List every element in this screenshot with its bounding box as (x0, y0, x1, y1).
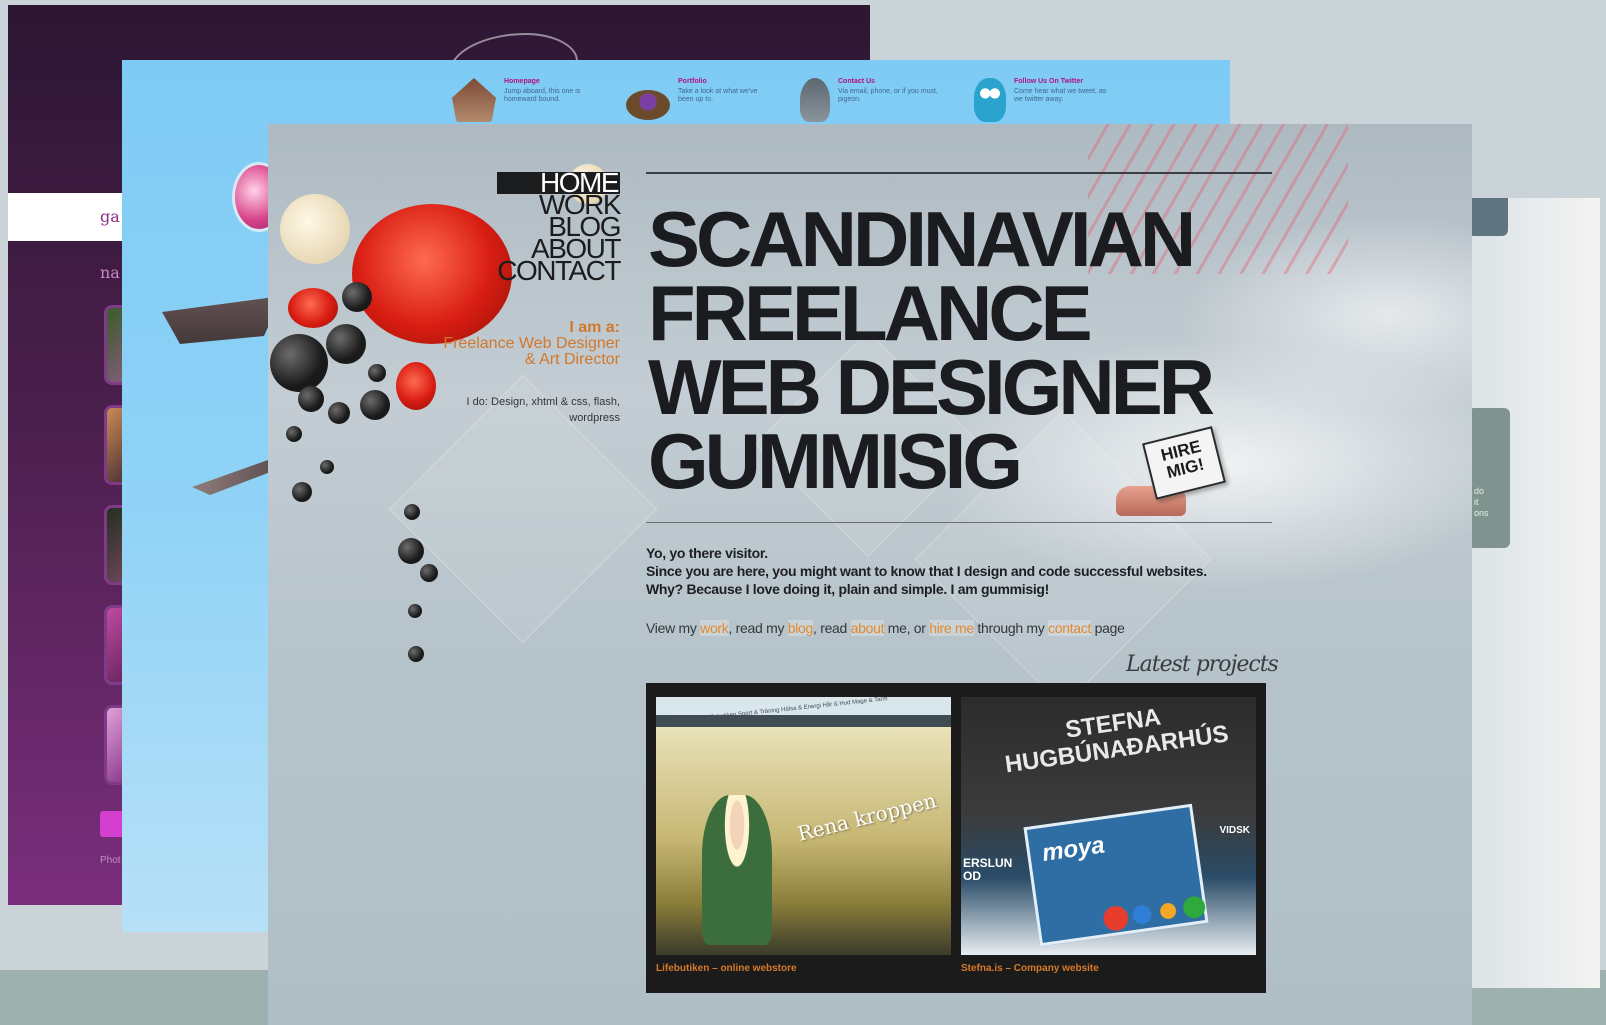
black-ball (420, 564, 438, 582)
cta-text: View my (646, 620, 701, 636)
black-ball (326, 324, 366, 364)
role-lead: I am a: (569, 319, 620, 336)
black-ball (342, 282, 372, 312)
latest-projects-heading: Latest projects (1126, 652, 1279, 677)
header-text: ga (100, 207, 120, 226)
top-divider (646, 172, 1272, 174)
screenshot-tabs: Kost & Kost Lifebutiken Sport & Träning … (674, 697, 888, 725)
nav-homepage[interactable]: Homepage Jump aboard, this one is homewar… (452, 78, 592, 122)
cta-text: me, or (884, 620, 930, 636)
black-ball (286, 426, 302, 442)
projects-gallery: Kost & Kost Lifebutiken Sport & Träning … (646, 683, 1266, 993)
footer-text: Phot (100, 855, 121, 866)
black-ball (408, 604, 422, 618)
nav-desc: Come hear what we tweet, as we twitter a… (1014, 88, 1107, 103)
black-ball (404, 504, 420, 520)
front-site-screenshot: HOME WORK BLOG ABOUT CONTACT I am a: Fre… (268, 124, 1472, 1025)
hire-me-link[interactable]: hire me (929, 620, 974, 636)
nav-contact[interactable]: Contact Us Via email, phone, or if you mu… (800, 78, 940, 122)
nav-desc: Via email, phone, or if you must, pigeon… (838, 88, 938, 103)
nav-desc: Take a look at what we've been up to. (678, 88, 758, 103)
black-ball (360, 390, 390, 420)
role-block: I am a: Freelance Web Designer & Art Dir… (440, 320, 620, 368)
screenshot-brand: STEFNA HUGBÚNAÐARHÚS (1003, 703, 1231, 779)
nest-icon (626, 90, 670, 120)
intro-text: Yo, yo there visitor. Since you are here… (646, 544, 1286, 598)
intro-line: Yo, yo there visitor. (646, 545, 768, 561)
project-screenshot[interactable]: STEFNA HUGBÚNAÐARHÚS moya ERSLUN OD VIDS… (961, 697, 1256, 955)
project-card-stefna[interactable]: STEFNA HUGBÚNAÐARHÚS moya ERSLUN OD VIDS… (961, 697, 1256, 993)
intro-line: Why? Because I love doing it, plain and … (646, 581, 1050, 597)
nav-title: Portfolio (678, 78, 707, 85)
project-caption[interactable]: Stefna.is – Company website (961, 963, 1256, 974)
red-rose (396, 362, 436, 410)
tab-shape (1468, 198, 1508, 236)
cta-text: , read (813, 620, 851, 636)
nav-portfolio[interactable]: Portfolio Take a look at what we've been … (626, 78, 766, 122)
black-ball (292, 482, 312, 502)
black-ball (320, 460, 334, 474)
house-icon (452, 78, 496, 122)
skills-text: I do: Design, xhtml & css, flash, wordpr… (466, 396, 620, 424)
product-name: moya (1040, 831, 1107, 867)
main-nav: HOME WORK BLOG ABOUT CONTACT (497, 169, 621, 285)
subnav-text: na (100, 263, 120, 282)
cta-text: through my (973, 620, 1049, 636)
intro-line: Since you are here, you might want to kn… (646, 563, 1207, 579)
about-link[interactable]: about (850, 620, 884, 636)
role-text: Freelance Web Designer & Art Director (443, 335, 620, 368)
call-to-action-text: View my work, read my blog, read about m… (646, 620, 1286, 636)
nav-title: Contact Us (838, 78, 875, 85)
blog-link[interactable]: blog (787, 620, 813, 636)
girl-photo (702, 795, 772, 945)
black-ball (368, 364, 386, 382)
cta-text: page (1091, 620, 1125, 636)
page-headline: SCANDINAVIAN FREELANCE WEB DESIGNER GUMM… (648, 195, 1215, 505)
blossom (280, 194, 350, 264)
nav-desc: Jump aboard, this one is homeward bound. (504, 88, 581, 103)
bottom-divider (646, 522, 1272, 523)
screenshot-title: Rena kroppen (795, 788, 939, 846)
nav-contact[interactable]: CONTACT (497, 257, 621, 285)
project-card-lifebutiken[interactable]: Kost & Kost Lifebutiken Sport & Träning … (656, 697, 951, 993)
project-screenshot[interactable]: Kost & Kost Lifebutiken Sport & Träning … (656, 697, 951, 955)
black-ball (270, 334, 328, 392)
black-ball (408, 646, 424, 662)
work-link[interactable]: work (700, 620, 729, 636)
black-ball (298, 386, 324, 412)
airship-illustration (162, 296, 282, 344)
red-rose (288, 288, 338, 328)
owl-icon (974, 78, 1006, 122)
nav-twitter[interactable]: Follow Us On Twitter Come hear what we tw… (974, 78, 1114, 122)
nav-title: Follow Us On Twitter (1014, 78, 1084, 85)
black-ball (328, 402, 350, 424)
middle-site-nav: Homepage Jump aboard, this one is homewar… (452, 78, 1114, 122)
pigeon-icon (800, 78, 830, 122)
side-panel: do it ons (1468, 408, 1510, 548)
black-ball (398, 538, 424, 564)
side-panel-text: do it ons (1474, 486, 1489, 518)
nav-title: Homepage (504, 78, 540, 85)
screenshot-right-text: VIDSK (1219, 825, 1250, 836)
project-caption[interactable]: Lifebutiken – online webstore (656, 963, 951, 974)
contact-link[interactable]: contact (1048, 620, 1091, 636)
screenshot-side-text: ERSLUN OD (963, 856, 1013, 883)
cta-text: , read my (728, 620, 788, 636)
